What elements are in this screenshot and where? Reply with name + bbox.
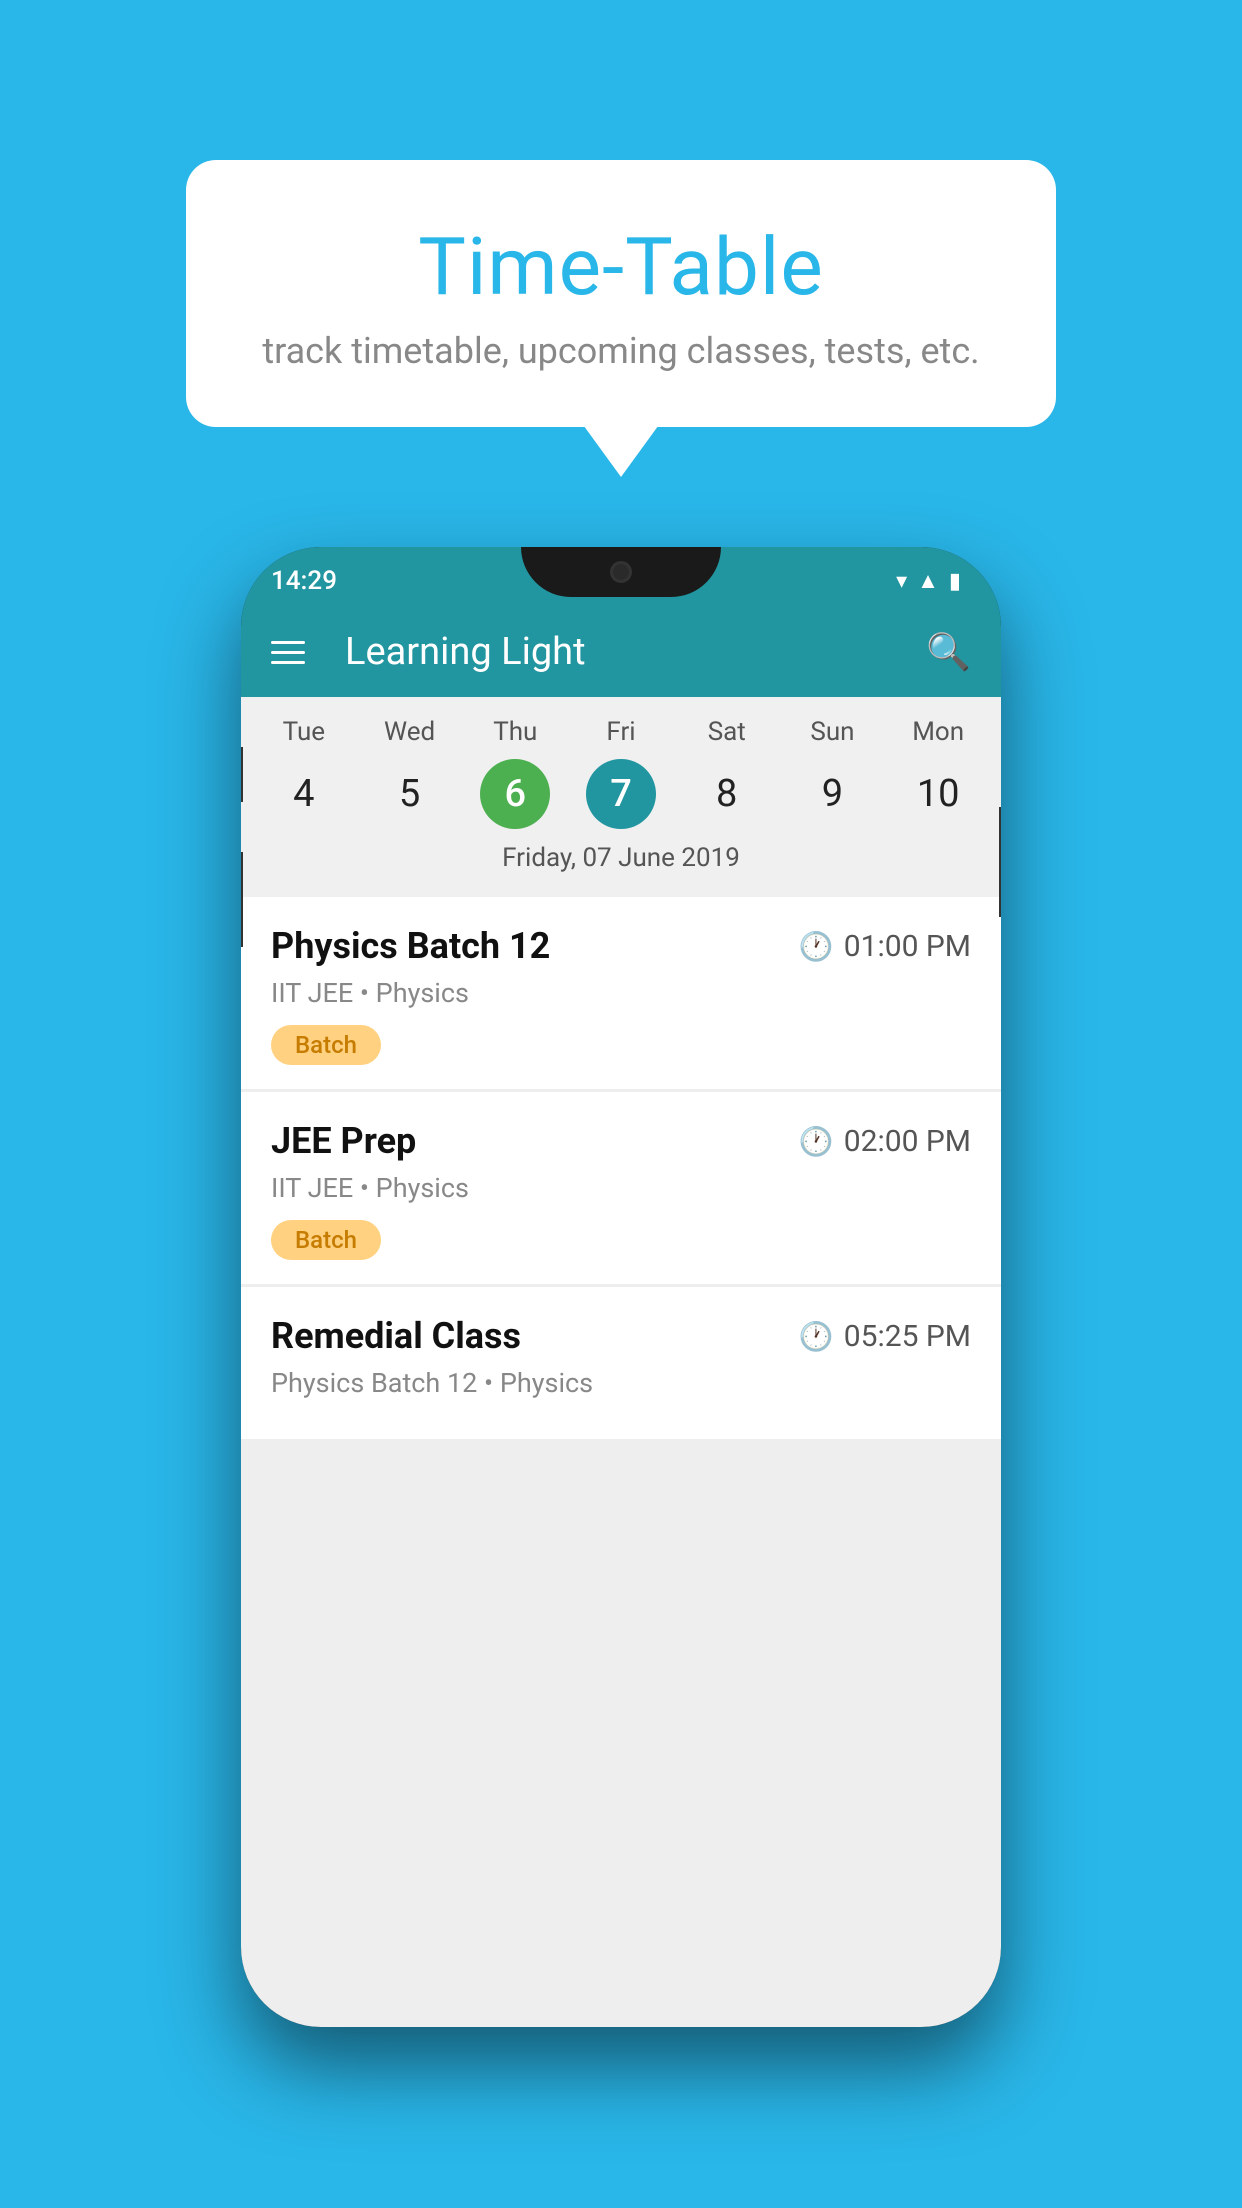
batch-badge: Batch	[271, 1025, 381, 1065]
calendar-day-sun[interactable]: Sun 9	[780, 717, 886, 829]
day-name-label: Mon	[912, 717, 964, 747]
phone-notch	[521, 547, 721, 597]
day-number: 5	[375, 759, 445, 829]
signal-icon: ▲	[917, 568, 939, 594]
clock-icon: 🕐	[799, 1125, 834, 1158]
battery-icon: ▮	[949, 569, 961, 594]
wifi-icon: ▾	[896, 569, 907, 594]
calendar-day-wed[interactable]: Wed 5	[357, 717, 463, 829]
batch-badge: Batch	[271, 1220, 381, 1260]
day-number: 10	[903, 759, 973, 829]
days-row: Tue 4 Wed 5 Thu 6 Fri 7 Sat 8 Sun 9 Mon 10	[241, 717, 1001, 829]
app-bar: Learning Light 🔍	[241, 607, 1001, 697]
hamburger-menu-icon[interactable]	[271, 641, 305, 664]
day-name-label: Fri	[606, 717, 635, 747]
phone-camera	[610, 561, 632, 583]
content-area: Physics Batch 12 🕐 01:00 PM IIT JEE • Physi…	[241, 897, 1001, 2027]
day-name-label: Thu	[493, 717, 537, 747]
speech-bubble: Time-Table track timetable, upcoming cla…	[186, 160, 1056, 427]
status-icons: ▾ ▲ ▮	[896, 568, 961, 594]
phone-wrapper: 14:29 ▾ ▲ ▮ Learning Light 🔍	[241, 547, 1001, 2027]
calendar-day-mon[interactable]: Mon 10	[885, 717, 991, 829]
time-value: 05:25 PM	[844, 1319, 971, 1354]
app-bar-title: Learning Light	[345, 630, 896, 674]
card-subtitle: IIT JEE • Physics	[271, 977, 971, 1009]
class-card-2[interactable]: Remedial Class 🕐 05:25 PM Physics Batch 12 …	[241, 1287, 1001, 1439]
bubble-title: Time-Table	[226, 220, 1016, 314]
phone-device: 14:29 ▾ ▲ ▮ Learning Light 🔍	[241, 547, 1001, 2027]
card-title: Remedial Class	[271, 1315, 521, 1357]
calendar-day-thu[interactable]: Thu 6	[462, 717, 568, 829]
speech-bubble-wrapper: Time-Table track timetable, upcoming cla…	[0, 160, 1242, 427]
day-name-label: Sun	[810, 717, 854, 747]
bubble-subtitle: track timetable, upcoming classes, tests…	[226, 330, 1016, 372]
card-header: JEE Prep 🕐 02:00 PM	[271, 1120, 971, 1162]
card-subtitle: Physics Batch 12 • Physics	[271, 1367, 971, 1399]
clock-icon: 🕐	[799, 930, 834, 963]
class-card-1[interactable]: JEE Prep 🕐 02:00 PM IIT JEE • Physics Batch	[241, 1092, 1001, 1284]
volume-down-btn	[241, 852, 243, 947]
clock-icon: 🕐	[799, 1320, 834, 1353]
day-number: 9	[797, 759, 867, 829]
card-time: 🕐 02:00 PM	[799, 1124, 971, 1159]
card-time: 🕐 05:25 PM	[799, 1319, 971, 1354]
class-card-0[interactable]: Physics Batch 12 🕐 01:00 PM IIT JEE • Physi…	[241, 897, 1001, 1089]
card-title: Physics Batch 12	[271, 925, 550, 967]
day-number: 4	[269, 759, 339, 829]
phone-side-left	[241, 747, 243, 947]
phone-side-right	[999, 807, 1001, 917]
card-header: Remedial Class 🕐 05:25 PM	[271, 1315, 971, 1357]
day-name-label: Wed	[384, 717, 435, 747]
card-time: 🕐 01:00 PM	[799, 929, 971, 964]
volume-up-btn	[241, 747, 243, 802]
card-header: Physics Batch 12 🕐 01:00 PM	[271, 925, 971, 967]
calendar-strip: Tue 4 Wed 5 Thu 6 Fri 7 Sat 8 Sun 9 Mon 10 Friday, 07…	[241, 697, 1001, 897]
time-value: 01:00 PM	[844, 929, 971, 964]
power-btn	[999, 807, 1001, 917]
calendar-day-tue[interactable]: Tue 4	[251, 717, 357, 829]
status-time: 14:29	[271, 566, 337, 596]
calendar-day-sat[interactable]: Sat 8	[674, 717, 780, 829]
day-number: 7	[586, 759, 656, 829]
search-icon[interactable]: 🔍	[926, 631, 971, 673]
time-value: 02:00 PM	[844, 1124, 971, 1159]
card-title: JEE Prep	[271, 1120, 416, 1162]
selected-date-label: Friday, 07 June 2019	[241, 829, 1001, 887]
day-number: 8	[692, 759, 762, 829]
calendar-day-fri[interactable]: Fri 7	[568, 717, 674, 829]
day-name-label: Sat	[708, 717, 746, 747]
card-subtitle: IIT JEE • Physics	[271, 1172, 971, 1204]
day-number: 6	[480, 759, 550, 829]
day-name-label: Tue	[283, 717, 325, 747]
